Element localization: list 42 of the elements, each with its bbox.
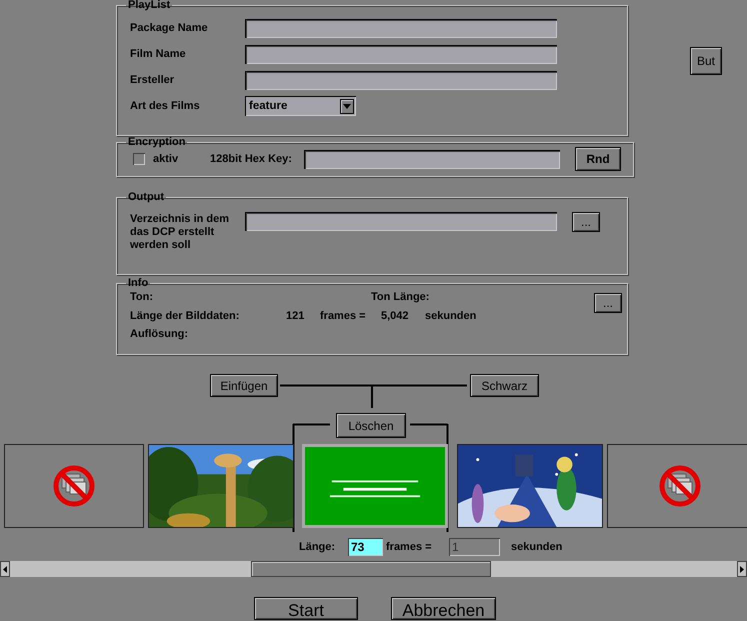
key-label: 128bit Hex Key: xyxy=(210,153,293,165)
seconds-label: sekunden xyxy=(511,541,562,553)
checkbox[interactable] xyxy=(133,153,145,165)
text-field[interactable] xyxy=(245,18,557,38)
dropdown-arrow-icon xyxy=(343,104,351,108)
image-length-label: Länge der Bilddaten: xyxy=(130,310,240,324)
checkbox-label: aktiv xyxy=(153,153,180,165)
length-label: Länge: xyxy=(299,541,336,553)
group-title: Output xyxy=(127,191,166,204)
horizontal-scrollbar[interactable] xyxy=(0,560,747,577)
browse-button[interactable]: ... xyxy=(572,212,600,232)
insert-button[interactable]: Einfügen xyxy=(210,374,278,397)
playlist-group: PlayList Package Name Film Name Ersteller Art des Films feature xyxy=(116,0,628,136)
sound-label: Ton: xyxy=(130,291,154,305)
group-title: Encryption xyxy=(127,136,186,149)
hex-key-field[interactable] xyxy=(304,150,560,168)
seconds-field[interactable]: 1 xyxy=(449,538,500,556)
cancel-button[interactable]: Abbrechen xyxy=(391,597,496,620)
directory-field[interactable] xyxy=(245,212,557,231)
directory-label: Verzeichnis in dem das DCP erstellt werden soll xyxy=(130,213,230,252)
text-field[interactable] xyxy=(245,44,557,64)
resolution-label: Auflösung: xyxy=(130,328,190,342)
type-dropdown[interactable]: feature xyxy=(245,96,356,116)
browse-button[interactable]: ... xyxy=(594,293,622,313)
random-key-button[interactable]: Rnd xyxy=(575,147,621,171)
group-title: Info xyxy=(127,277,150,290)
group-title: PlayList xyxy=(127,0,172,12)
seconds-label: sekunden xyxy=(425,310,478,324)
scroll-left-icon[interactable] xyxy=(3,566,7,572)
blank-frame-button[interactable]: Schwarz xyxy=(470,374,539,397)
frames-field[interactable]: 73 xyxy=(348,538,383,556)
frames-label: frames = xyxy=(386,541,433,553)
scrollbar-thumb[interactable] xyxy=(251,561,491,577)
seconds-value: 5,042 xyxy=(381,310,410,324)
start-button[interactable]: Start xyxy=(254,597,358,620)
side-button[interactable]: But xyxy=(690,47,722,75)
sound-length-label: Ton Länge: xyxy=(371,291,430,305)
text-field[interactable] xyxy=(245,70,557,90)
frame-count: 121 xyxy=(286,310,306,324)
delete-button[interactable]: Löschen xyxy=(336,413,406,438)
frames-label: frames = xyxy=(320,310,367,324)
scroll-right-icon[interactable] xyxy=(740,566,744,572)
